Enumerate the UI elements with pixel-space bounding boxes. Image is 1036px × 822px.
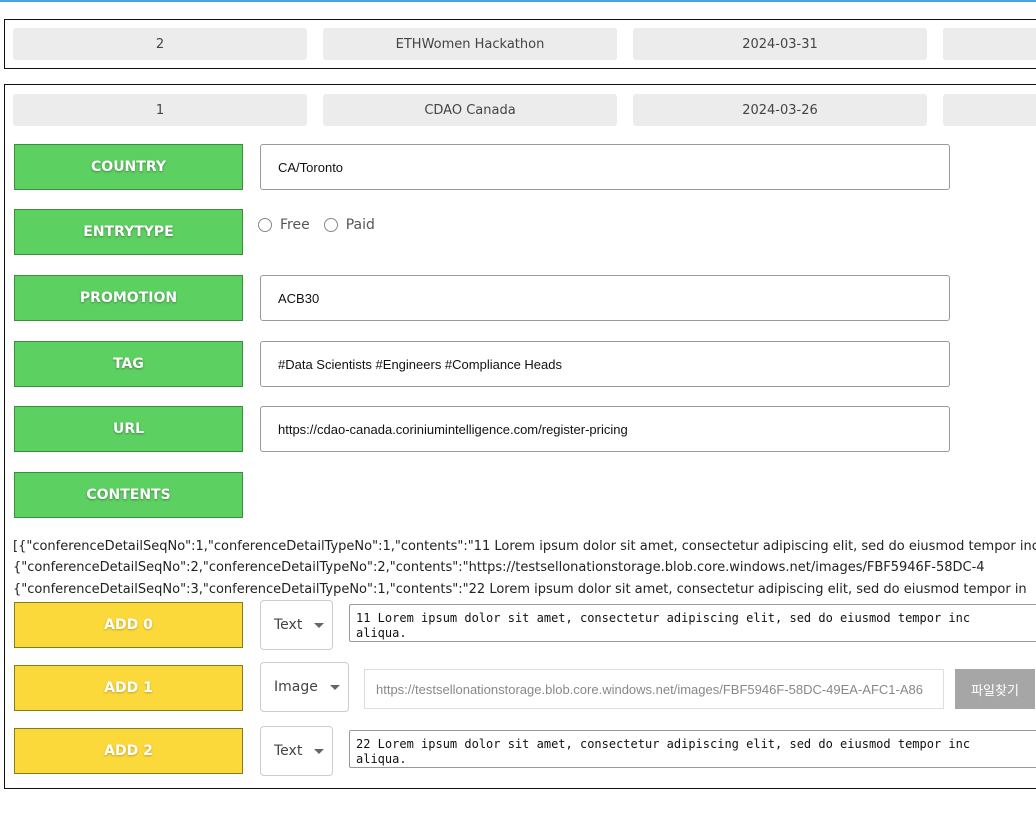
content-type-select[interactable]: Text — [260, 600, 333, 650]
chevron-down-icon — [314, 748, 325, 754]
file-browse-button[interactable]: 파일찾기 — [955, 669, 1035, 709]
add-2-label: ADD 2 — [104, 743, 153, 759]
contents-label-button[interactable]: CONTENTS — [14, 472, 243, 518]
row-date-cell: 2024-03-31 — [633, 28, 927, 60]
url-value: https://cdao-canada.coriniumintelligence… — [278, 421, 628, 437]
top-accent-line — [0, 0, 1036, 2]
promotion-value: ACB30 — [278, 290, 320, 306]
row-extra-cell — [943, 28, 1036, 60]
file-browse-label: 파일찾기 — [971, 683, 1019, 699]
row-name-cell: CDAO Canada — [323, 94, 617, 126]
entrytype-radio-group: Free Paid — [258, 217, 375, 233]
content-type-select[interactable]: Image — [260, 662, 349, 712]
content-textarea[interactable]: 22 Lorem ipsum dolor sit amet, consectet… — [349, 730, 1036, 768]
tag-label-button[interactable]: TAG — [14, 341, 243, 387]
select-value: Image — [274, 679, 318, 695]
json-line: [{"conferenceDetailSeqNo":1,"conferenceD… — [13, 539, 1036, 554]
radio-circle[interactable] — [323, 218, 338, 232]
url-label: URL — [112, 421, 145, 437]
contents-label: CONTENTS — [86, 487, 171, 503]
row-number-cell: 2 — [13, 28, 307, 60]
conference-row-expanded[interactable]: 1 CDAO Canada 2024-03-26 COUNTRY CA/Toro… — [4, 84, 1036, 789]
content-textarea[interactable]: 11 Lorem ipsum dolor sit amet, consectet… — [349, 604, 1036, 642]
row-date: 2024-03-31 — [742, 36, 818, 52]
country-value: CA/Toronto — [278, 159, 344, 175]
country-input[interactable]: CA/Toronto — [260, 144, 950, 190]
image-url-value: https://testsellonationstorage.blob.core… — [376, 681, 923, 697]
row-date: 2024-03-26 — [742, 102, 818, 118]
conference-row[interactable]: 2 ETHWomen Hackathon 2024-03-31 — [4, 19, 1036, 69]
country-label: COUNTRY — [91, 159, 166, 175]
select-value: Text — [274, 617, 303, 633]
radio-free-label: Free — [280, 217, 310, 233]
add-1-button[interactable]: ADD 1 — [14, 665, 243, 711]
radio-paid[interactable]: Paid — [323, 217, 375, 233]
radio-free[interactable]: Free — [258, 217, 310, 233]
select-value: Text — [274, 743, 303, 759]
row-number-cell: 1 — [13, 94, 307, 126]
json-line: {"conferenceDetailSeqNo":2,"conferenceDe… — [13, 560, 985, 575]
chevron-down-icon — [314, 622, 325, 628]
row-number: 1 — [155, 102, 165, 118]
row-name: CDAO Canada — [424, 102, 516, 118]
radio-circle[interactable] — [258, 218, 272, 232]
chevron-down-icon — [329, 684, 340, 690]
entrytype-label-button[interactable]: ENTRYTYPE — [14, 209, 243, 255]
url-label-button[interactable]: URL — [14, 406, 243, 452]
promotion-label: PROMOTION — [79, 290, 178, 306]
row-name: ETHWomen Hackathon — [395, 36, 545, 52]
url-input[interactable]: https://cdao-canada.coriniumintelligence… — [260, 406, 950, 452]
tag-label: TAG — [113, 356, 144, 372]
row-number: 2 — [155, 36, 165, 52]
entrytype-label: ENTRYTYPE — [83, 224, 174, 240]
row-extra-cell — [943, 94, 1036, 126]
row-name-cell: ETHWomen Hackathon — [323, 28, 617, 60]
add-0-label: ADD 0 — [104, 617, 153, 633]
row-date-cell: 2024-03-26 — [633, 94, 927, 126]
add-0-button[interactable]: ADD 0 — [14, 602, 243, 648]
tag-value: #Data Scientists #Engineers #Compliance … — [278, 356, 562, 372]
content-type-select[interactable]: Text — [260, 726, 333, 776]
json-line: {"conferenceDetailSeqNo":3,"conferenceDe… — [13, 582, 1027, 597]
add-1-label: ADD 1 — [104, 680, 153, 696]
promotion-input[interactable]: ACB30 — [260, 275, 950, 321]
country-label-button[interactable]: COUNTRY — [14, 144, 243, 190]
radio-paid-label: Paid — [345, 217, 375, 233]
image-url-input[interactable]: https://testsellonationstorage.blob.core… — [364, 669, 944, 709]
promotion-label-button[interactable]: PROMOTION — [14, 275, 243, 321]
add-2-button[interactable]: ADD 2 — [14, 728, 243, 774]
tag-input[interactable]: #Data Scientists #Engineers #Compliance … — [260, 341, 950, 387]
